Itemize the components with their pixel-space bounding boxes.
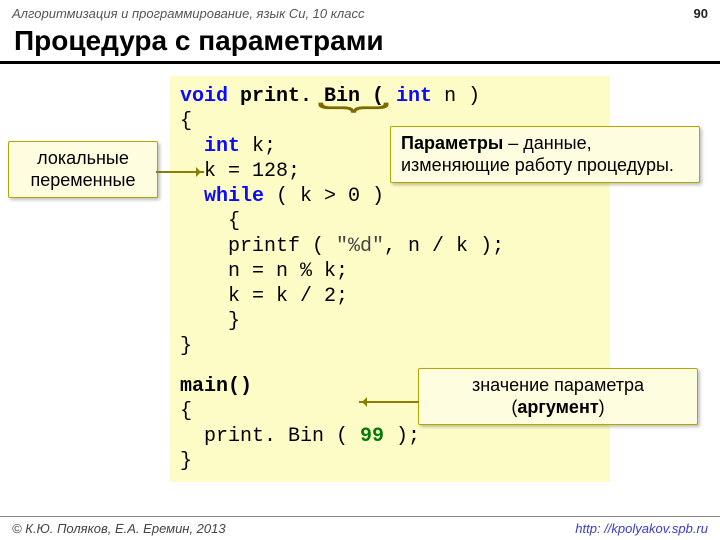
copyright: © К.Ю. Поляков, Е.А. Еремин, 2013 xyxy=(12,521,226,536)
brace-open2: { xyxy=(180,210,240,233)
main-open: { xyxy=(180,400,192,423)
kw-int2: int xyxy=(204,135,240,158)
arrow-icon xyxy=(156,171,204,173)
course-label: Алгоритмизация и программирование, язык … xyxy=(12,6,364,21)
code-block-procedure: void print. Bin ( int n ) { int k; k = 1… xyxy=(170,76,610,367)
call-end: ); xyxy=(384,425,420,448)
fmt-str: "%d" xyxy=(336,235,384,258)
mod-line: n = n % k; xyxy=(180,260,348,283)
kw-while: while xyxy=(204,185,264,208)
arrow-icon-2 xyxy=(359,401,419,403)
brace-open: { xyxy=(180,110,192,133)
pad2 xyxy=(180,185,204,208)
main-close: } xyxy=(180,450,192,473)
callout-arg-bold: аргумент xyxy=(517,397,598,417)
call-printbin: print. Bin ( xyxy=(180,425,360,448)
kw-void: void xyxy=(180,85,228,108)
footer-link[interactable]: http: //kpolyakov.spb.ru xyxy=(575,521,708,536)
brace-close2: } xyxy=(180,310,240,333)
callout-arg-line1: значение параметра xyxy=(472,375,644,395)
while-cond: ( k > 0 ) xyxy=(264,185,384,208)
kw-int: int xyxy=(396,85,432,108)
callout-local-vars-text: локальные переменные xyxy=(31,148,136,190)
param-n: n ) xyxy=(432,85,480,108)
printf-call: printf ( xyxy=(180,235,336,258)
printf-rest: , n / k ); xyxy=(384,235,504,258)
decl-k: k; xyxy=(240,135,276,158)
page-number: 90 xyxy=(694,6,708,21)
callout-argument: значение параметра (аргумент) xyxy=(418,368,698,425)
brace-close: } xyxy=(180,335,192,358)
paren-close: ) xyxy=(599,397,605,417)
callout-params-bold: Параметры xyxy=(401,133,503,153)
callout-local-vars: локальные переменные xyxy=(8,141,158,198)
content-area: void print. Bin ( int n ) { int k; k = 1… xyxy=(0,76,720,506)
main-decl: main() xyxy=(180,375,252,398)
callout-parameters: Параметры – данные, изменяющие работу пр… xyxy=(390,126,700,183)
div-line: k = k / 2; xyxy=(180,285,348,308)
pad xyxy=(180,135,204,158)
argument-99: 99 xyxy=(360,425,384,448)
fn-name: print. Bin ( xyxy=(228,85,396,108)
footer: © К.Ю. Поляков, Е.А. Еремин, 2013 http: … xyxy=(0,516,720,540)
slide-title: Процедура с параметрами xyxy=(0,23,720,64)
